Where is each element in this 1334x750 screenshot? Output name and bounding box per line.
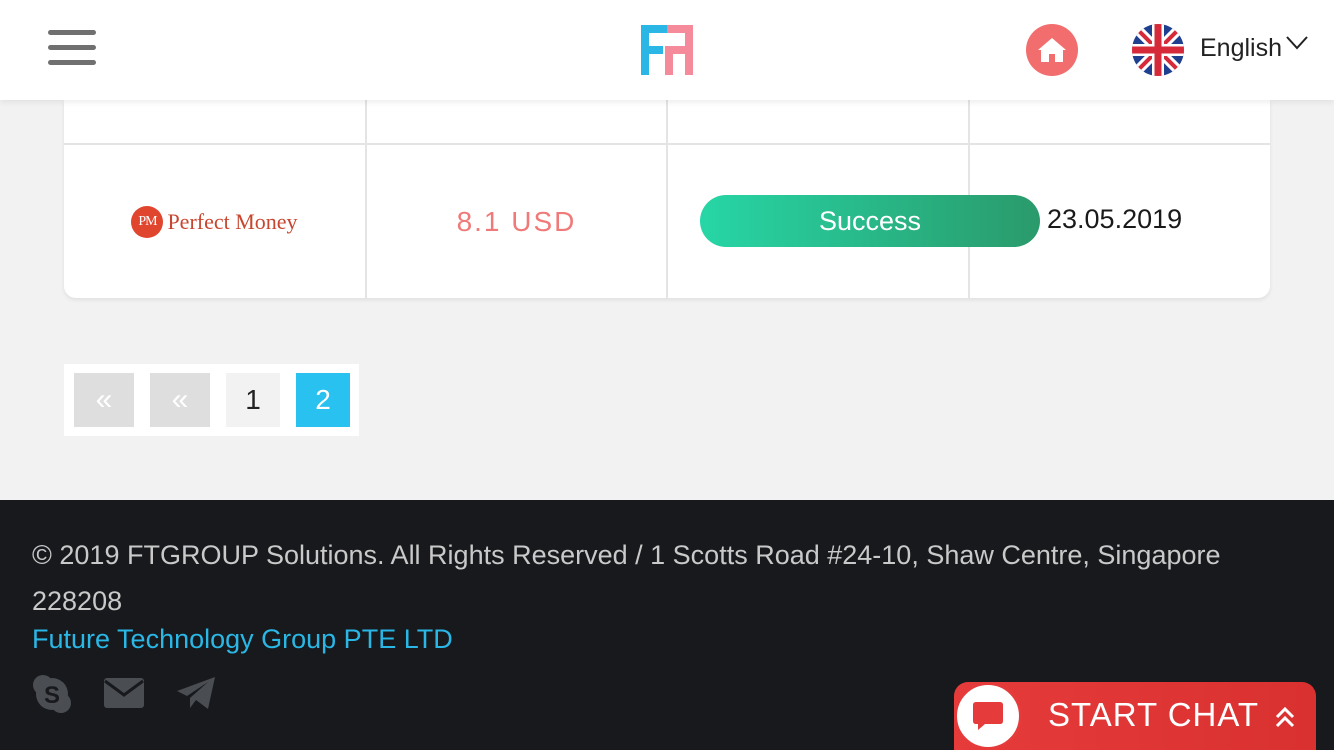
first-page-button[interactable]: « [74, 373, 134, 427]
telegram-icon[interactable] [176, 676, 216, 710]
svg-text:S: S [44, 682, 60, 709]
perfect-money-mark: PM [131, 205, 164, 238]
company-link[interactable]: Future Technology Group PTE LTD [32, 624, 453, 655]
chevron-down-icon[interactable] [1286, 36, 1308, 50]
start-chat-label: START CHAT [1048, 696, 1260, 733]
language-selector[interactable]: English [1200, 34, 1282, 63]
prev-page-button[interactable]: « [150, 373, 210, 427]
ft-logo[interactable] [641, 25, 693, 75]
menu-button[interactable] [48, 30, 96, 68]
page-2-button[interactable]: 2 [296, 373, 350, 427]
payment-method-name: Perfect Money [167, 208, 298, 234]
uk-flag-icon[interactable] [1132, 24, 1184, 76]
chat-bubble-icon [973, 702, 1003, 730]
transaction-date: 23.05.2019 [1047, 204, 1183, 234]
page-1-button[interactable]: 1 [226, 373, 280, 427]
top-header: English [0, 0, 1334, 100]
amount-value: 8.1 USD [456, 205, 577, 237]
chat-icon-circle [954, 682, 1022, 750]
hamburger-bar [48, 60, 96, 65]
double-chevron-up-icon [1275, 706, 1295, 728]
start-chat-button[interactable]: START CHAT [954, 682, 1316, 750]
copyright-text: © 2019 FTGROUP Solutions. All Rights Res… [32, 540, 1221, 616]
home-icon [1038, 38, 1066, 62]
skype-icon[interactable]: S [32, 674, 72, 714]
hamburger-bar [48, 30, 96, 35]
column-divider [666, 100, 668, 298]
amount-cell: 8.1 USD [367, 145, 666, 298]
hamburger-bar [48, 45, 96, 50]
transactions-table: PM Perfect Money 8.1 USD Success 23.05.2… [64, 100, 1270, 298]
perfect-money-logo: PM Perfect Money [131, 205, 298, 238]
home-button[interactable] [1026, 24, 1078, 76]
pagination: « « 1 2 [64, 364, 359, 436]
status-badge: Success [700, 195, 1040, 247]
envelope-icon[interactable] [104, 678, 144, 708]
payment-method-cell: PM Perfect Money [64, 145, 365, 298]
